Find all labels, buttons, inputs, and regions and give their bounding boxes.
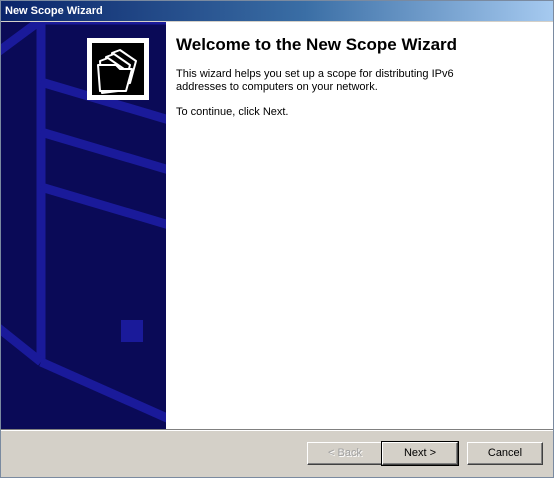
folders-icon: [87, 38, 149, 100]
button-separator: [1, 429, 553, 431]
wizard-window: New Scope Wizard Welcome to the New Scop…: [0, 0, 554, 478]
welcome-content: Welcome to the New Scope Wizard This wiz…: [176, 35, 536, 119]
back-button[interactable]: < Back: [307, 442, 383, 465]
wizard-banner: [1, 22, 166, 429]
continue-instruction: To continue, click Next.: [176, 106, 289, 118]
window-title: New Scope Wizard: [5, 5, 103, 17]
page-title: Welcome to the New Scope Wizard: [176, 35, 458, 54]
title-bar[interactable]: New Scope Wizard: [1, 1, 553, 21]
wizard-description: This wizard helps you set up a scope for…: [176, 68, 454, 93]
next-button[interactable]: Next >: [381, 441, 459, 466]
cancel-button[interactable]: Cancel: [467, 442, 543, 465]
wizard-page: Welcome to the New Scope Wizard This wiz…: [1, 22, 553, 429]
